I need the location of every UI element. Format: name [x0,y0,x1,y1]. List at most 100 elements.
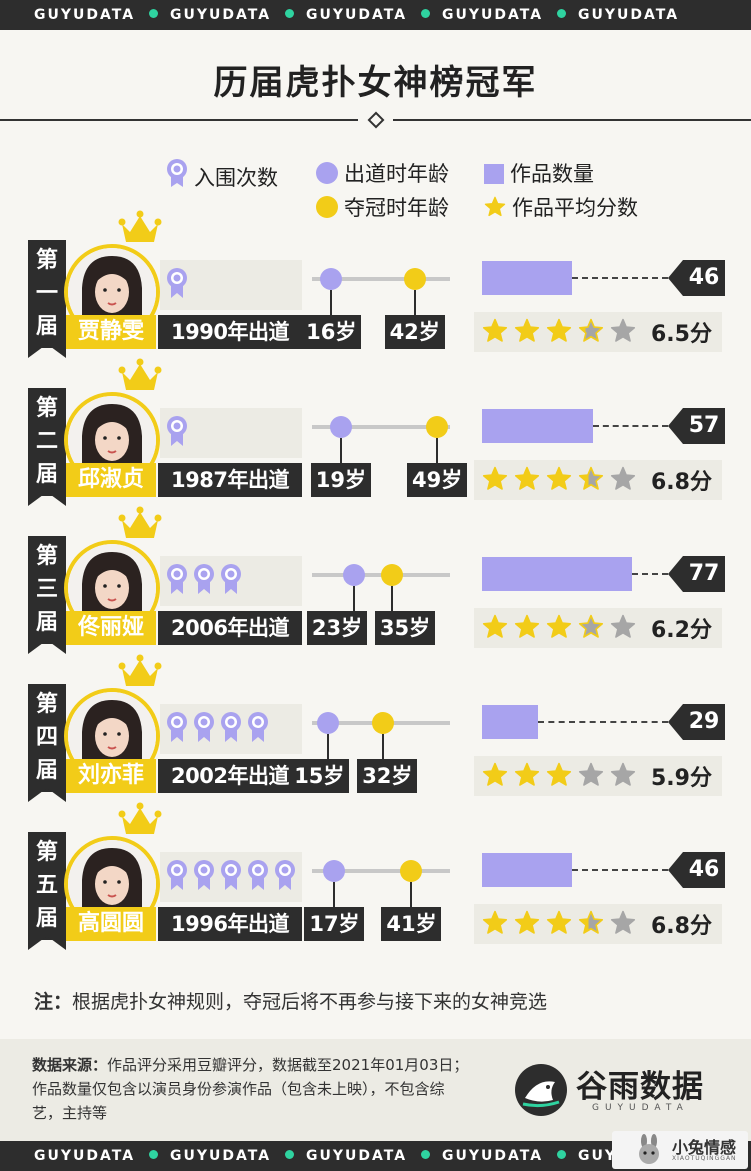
footnote-label: 注： [34,991,73,1013]
crown-icon [118,210,162,242]
star-icon [514,910,540,934]
star-icon [482,614,508,638]
debut-age-label: 23岁 [306,611,367,645]
rank-char: 一 [35,281,58,306]
footnote-text: 根据虎扑女神规则，夺冠后将不再参与接下来的女神竞选 [72,991,548,1013]
win-age-dot-stem [381,734,384,760]
debut-year: 1987年出道 [158,463,302,497]
guyu-logo-icon [515,1064,567,1116]
star-icon [514,466,540,490]
ribbon-icon [167,416,187,446]
banner-dot-icon [557,1150,566,1159]
legend-nominations-label: 入围次数 [194,166,278,190]
star-icon [610,318,636,342]
debut-age-label: 17岁 [304,907,365,941]
works-bar [482,557,632,591]
star-icon [482,318,508,342]
debut-age-dot-stem [327,734,330,760]
star-icon [546,614,572,638]
works-tag-arrow [668,704,683,740]
rank-tag: 第五届 [28,832,66,940]
banner-dot-icon [149,9,158,18]
star-icon [546,762,572,786]
star-icon [514,614,540,638]
star-icon [484,196,506,223]
winner-row: 第四届刘亦菲 2002年出道 15岁 32岁 29 5.9分 [0,654,751,832]
win-age-dot [403,268,426,290]
logo-sub: GUYUDATA [592,1103,689,1113]
star-icon [578,614,604,638]
debut-age-label: 16岁 [301,315,362,349]
data-source: 数据来源：作品评分采用豆瓣评分，数据截至2021年01月03日；作品数量仅包含以… [32,1053,472,1125]
rank-char: 届 [35,758,58,783]
banner-word: GUYUDATA [170,7,272,23]
winner-name: 邱淑贞 [66,463,156,497]
rank-char: 第 [35,544,58,569]
banner-dot-icon [285,1150,294,1159]
banner-word: GUYUDATA [306,7,408,23]
star-icon [610,466,636,490]
ribbon-icon [248,860,268,890]
star-icon [578,318,604,342]
legend-debut-age-label: 出道时年龄 [344,162,449,186]
banner-word: GUYUDATA [34,7,136,23]
works-bar [482,409,594,443]
works-count: 29 [683,704,725,740]
debut-age-dot [342,564,365,586]
rank-notch [28,344,66,358]
banner-dot-icon [421,9,430,18]
win-age-dot [371,712,394,734]
works-leader-line [538,721,668,723]
diamond-icon [367,111,385,129]
debut-age-dot-stem [330,290,333,316]
ribbon-icon [167,564,187,594]
works-bar [482,705,539,739]
rank-char: 第 [35,248,58,273]
crown-icon [118,506,162,538]
ribbon-icon [167,860,187,890]
legend-score: 作品平均分数 [484,192,638,223]
rank-notch [28,640,66,654]
win-age-dot [381,564,404,586]
yellow-dot-icon [316,196,338,218]
rank-tag: 第三届 [28,536,66,644]
title-divider-right [393,119,751,121]
debut-age-dot-stem [333,882,336,908]
banner-word: GUYUDATA [442,7,544,23]
works-count: 77 [683,556,725,592]
works-tag-arrow [668,556,683,592]
winner-name: 佟丽娅 [66,611,156,645]
banner-dot-icon [149,1150,158,1159]
winner-row: 第二届邱淑贞 1987年出道 19岁 49岁 57 6.8分 [0,358,751,536]
banner-word: GUYUDATA [306,1148,408,1164]
rank-char: 届 [35,906,58,931]
score-value: 5.9分 [651,766,712,791]
star-icon [610,614,636,638]
ribbon-icon [166,158,188,193]
debut-age-dot [320,268,343,290]
banner-dot-icon [285,9,294,18]
purple-square-icon [484,164,504,184]
logo-name: 谷雨数据 [576,1069,704,1105]
ribbon-icon [194,860,214,890]
win-age-dot-stem [413,290,416,316]
rank-char: 五 [35,873,58,898]
rank-char: 届 [35,462,58,487]
debut-year: 1990年出道 [158,315,302,349]
works-leader-line [571,869,668,871]
debut-age-dot [329,416,352,438]
rank-char: 第 [35,840,58,865]
banner-dot-icon [557,9,566,18]
debut-year: 2002年出道 [158,759,302,793]
debut-age-dot [317,712,340,734]
footer: 数据来源：作品评分采用豆瓣评分，数据截至2021年01月03日；作品数量仅包含以… [0,1039,751,1141]
win-age-label: 32岁 [357,759,418,793]
works-leader-line [632,573,668,575]
title-divider-left [0,119,358,121]
works-bar [482,853,572,887]
debut-year: 1996年出道 [158,907,302,941]
rank-notch [28,492,66,506]
banner-word: GUYUDATA [578,7,680,23]
rank-char: 届 [35,314,58,339]
legend-nominations: 入围次数 [166,158,278,193]
